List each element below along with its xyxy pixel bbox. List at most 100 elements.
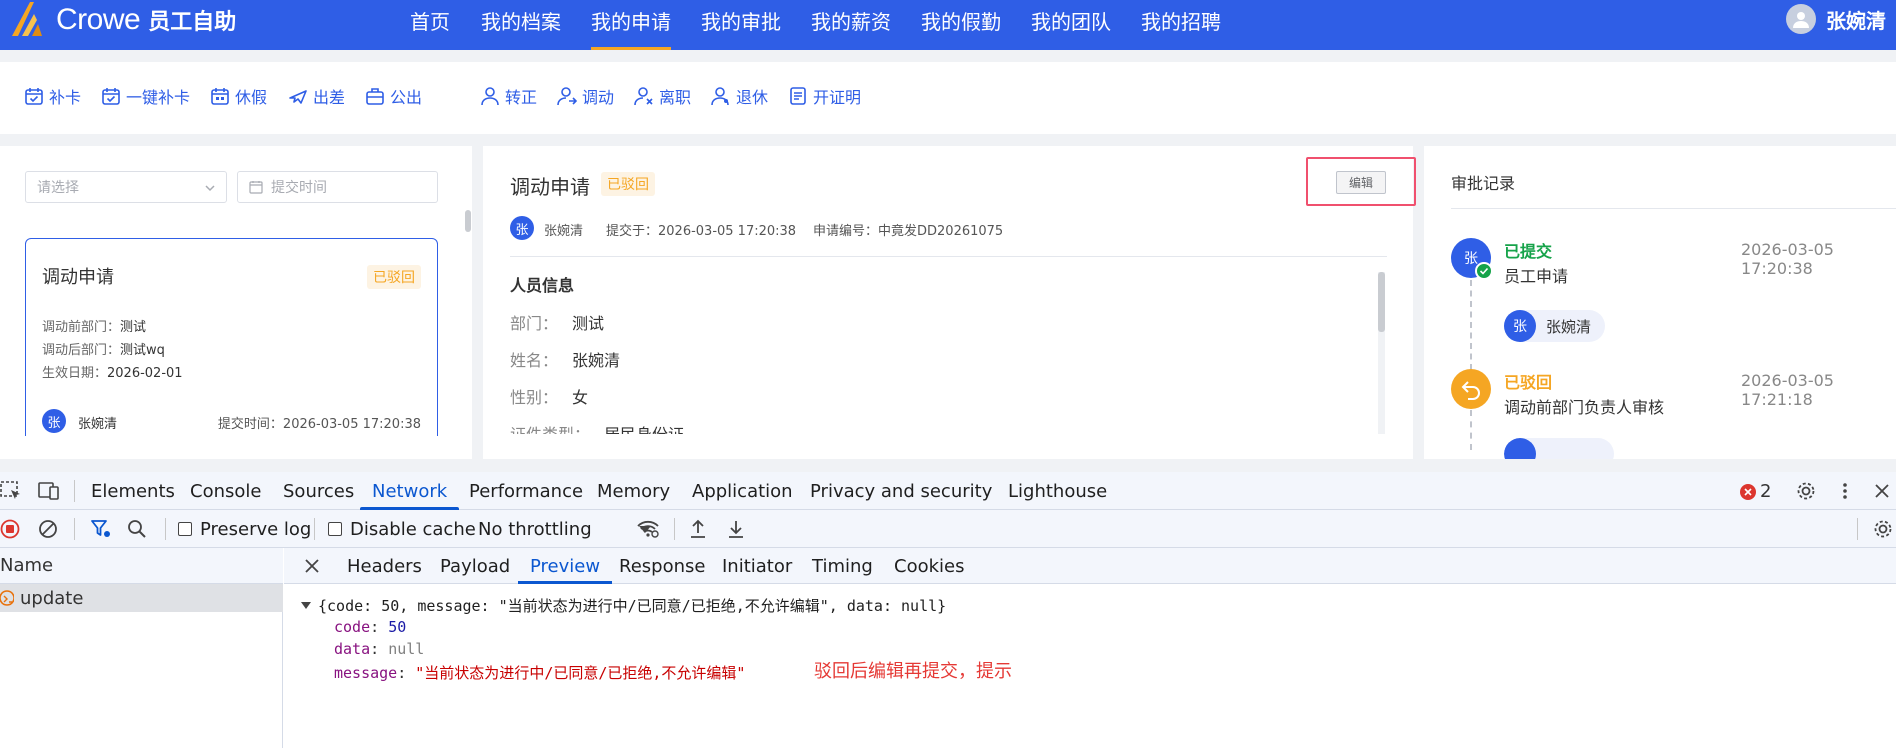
request-row[interactable]: update bbox=[0, 584, 283, 612]
filter-icon[interactable] bbox=[90, 519, 112, 539]
tab-memory[interactable]: Memory bbox=[597, 472, 670, 510]
timeline-status: 已提交 bbox=[1504, 242, 1553, 261]
close-icon[interactable] bbox=[302, 556, 322, 576]
quick-action-label: 开证明 bbox=[813, 88, 862, 107]
spacer bbox=[0, 459, 1896, 472]
field-value: 测试 bbox=[120, 320, 147, 335]
scrollbar[interactable] bbox=[1378, 272, 1385, 332]
field-value: 女 bbox=[572, 388, 589, 407]
nav-recruit[interactable]: 我的招聘 bbox=[1141, 0, 1221, 50]
tab-response[interactable]: Response bbox=[619, 548, 705, 584]
application-card[interactable]: 调动申请 已驳回 调动前部门：测试 调动后部门：测试wq 生效日期：2026-0… bbox=[25, 238, 438, 468]
tab-privacy-security[interactable]: Privacy and security bbox=[810, 472, 992, 510]
close-icon[interactable] bbox=[1872, 481, 1892, 501]
applicant-name: 张婉清 bbox=[78, 417, 118, 432]
clear-icon[interactable] bbox=[38, 519, 58, 539]
quick-action-transfer[interactable]: 调动 bbox=[557, 84, 614, 108]
application-number: 申请编号：中竟发DD20261075 bbox=[813, 224, 1004, 239]
field-key: 姓名： bbox=[510, 351, 559, 370]
quick-action-business-trip[interactable]: 出差 bbox=[288, 84, 345, 108]
quick-action-one-click-buka[interactable]: 一键补卡 bbox=[101, 84, 190, 108]
quick-action-retire[interactable]: 退休 bbox=[711, 84, 768, 108]
field-value: 测试 bbox=[572, 314, 605, 333]
tab-network[interactable]: Network bbox=[360, 472, 460, 510]
tab-preview[interactable]: Preview bbox=[518, 548, 613, 584]
inspect-element-icon[interactable] bbox=[0, 481, 22, 501]
tab-label: Network bbox=[372, 480, 448, 502]
search-icon[interactable] bbox=[127, 519, 147, 539]
network-settings-icon[interactable] bbox=[1872, 518, 1894, 540]
checkbox[interactable] bbox=[178, 522, 192, 536]
tab-label: Headers bbox=[347, 555, 422, 577]
upload-icon[interactable] bbox=[688, 518, 708, 540]
tab-timing[interactable]: Timing bbox=[812, 548, 873, 584]
tab-elements[interactable]: Elements bbox=[91, 472, 175, 510]
error-count: 2 bbox=[1760, 481, 1772, 502]
throttling-select[interactable]: No throttling bbox=[478, 510, 652, 548]
tab-cookies[interactable]: Cookies bbox=[894, 548, 964, 584]
json-summary[interactable]: {code: 50, message: "当前状态为进行中/已同意/已拒绝,不允… bbox=[318, 595, 946, 616]
nav-attendance[interactable]: 我的假勤 bbox=[921, 0, 1001, 50]
json-value: null bbox=[388, 640, 425, 658]
spacer bbox=[0, 50, 1896, 62]
download-icon[interactable] bbox=[726, 518, 746, 540]
status-select[interactable]: 请选择 bbox=[25, 171, 227, 203]
field-key: 性别： bbox=[510, 388, 559, 407]
nav-salary[interactable]: 我的薪资 bbox=[811, 0, 891, 50]
quick-action-resign[interactable]: 离职 bbox=[634, 84, 691, 108]
tab-sources[interactable]: Sources bbox=[283, 472, 354, 510]
quick-actions-bar bbox=[0, 62, 1896, 134]
quick-action-label: 退休 bbox=[736, 88, 769, 107]
checkbox-label: Disable cache bbox=[350, 518, 476, 540]
tab-performance[interactable]: Performance bbox=[469, 472, 583, 510]
info-row: 性别： 女 bbox=[510, 384, 588, 408]
nav-profile[interactable]: 我的档案 bbox=[481, 0, 561, 50]
panel-title: 审批记录 bbox=[1451, 174, 1516, 193]
spacer bbox=[483, 434, 1383, 459]
avatar: 张 bbox=[42, 409, 66, 433]
tab-headers[interactable]: Headers bbox=[347, 548, 422, 584]
tab-payload[interactable]: Payload bbox=[440, 548, 510, 584]
nav-team[interactable]: 我的团队 bbox=[1031, 0, 1111, 50]
quick-action-regularize[interactable]: 转正 bbox=[480, 84, 537, 108]
gear-icon[interactable] bbox=[1795, 480, 1817, 502]
user-icon bbox=[481, 87, 499, 106]
submit-time-picker[interactable]: 提交时间 bbox=[237, 171, 438, 203]
tab-console[interactable]: Console bbox=[190, 472, 261, 510]
approver-pill: 张 张婉清 bbox=[1504, 310, 1606, 342]
quick-action-outing[interactable]: 公出 bbox=[365, 84, 422, 108]
user-menu[interactable]: 张婉清 bbox=[1786, 0, 1886, 38]
calendar-icon bbox=[211, 88, 229, 105]
checkbox[interactable] bbox=[328, 522, 342, 536]
nav-approvals[interactable]: 我的审批 bbox=[701, 0, 781, 50]
nav-home[interactable]: 首页 bbox=[410, 0, 450, 50]
network-conditions-icon[interactable] bbox=[636, 518, 660, 540]
device-toolbar-icon[interactable] bbox=[38, 481, 60, 501]
tab-application[interactable]: Application bbox=[692, 472, 793, 510]
tab-initiator[interactable]: Initiator bbox=[722, 548, 792, 584]
tab-label: Memory bbox=[597, 480, 671, 502]
quick-action-buka[interactable]: 补卡 bbox=[24, 84, 81, 108]
logo[interactable]: Crowe 员工自助 bbox=[8, 0, 236, 40]
name-column-header[interactable]: Name bbox=[0, 548, 283, 584]
scrollbar[interactable] bbox=[465, 210, 471, 232]
expand-triangle-icon[interactable] bbox=[300, 599, 312, 611]
status-badge: 已驳回 bbox=[367, 265, 421, 289]
more-vert-icon[interactable] bbox=[1835, 481, 1855, 501]
edit-button[interactable]: 编辑 bbox=[1336, 171, 1386, 194]
record-stop-icon[interactable] bbox=[0, 519, 20, 539]
document-icon bbox=[790, 87, 806, 105]
disable-cache-checkbox[interactable]: Disable cache bbox=[328, 510, 476, 548]
json-key: message bbox=[334, 664, 398, 682]
quick-action-leave[interactable]: 休假 bbox=[210, 84, 267, 108]
annotation-note: 驳回后编辑再提交，提示 bbox=[814, 661, 1012, 682]
avatar: 张 bbox=[1504, 310, 1536, 342]
preserve-log-checkbox[interactable]: Preserve log bbox=[178, 510, 311, 548]
request-detail-tabs bbox=[284, 548, 1896, 584]
quick-action-label: 出差 bbox=[313, 88, 346, 107]
nav-my-applications[interactable]: 我的申请 bbox=[591, 0, 671, 50]
error-counter[interactable]: 2 bbox=[1740, 481, 1771, 502]
tab-label: Payload bbox=[440, 555, 511, 577]
tab-lighthouse[interactable]: Lighthouse bbox=[1008, 472, 1107, 510]
quick-action-certificate[interactable]: 开证明 bbox=[788, 84, 861, 108]
